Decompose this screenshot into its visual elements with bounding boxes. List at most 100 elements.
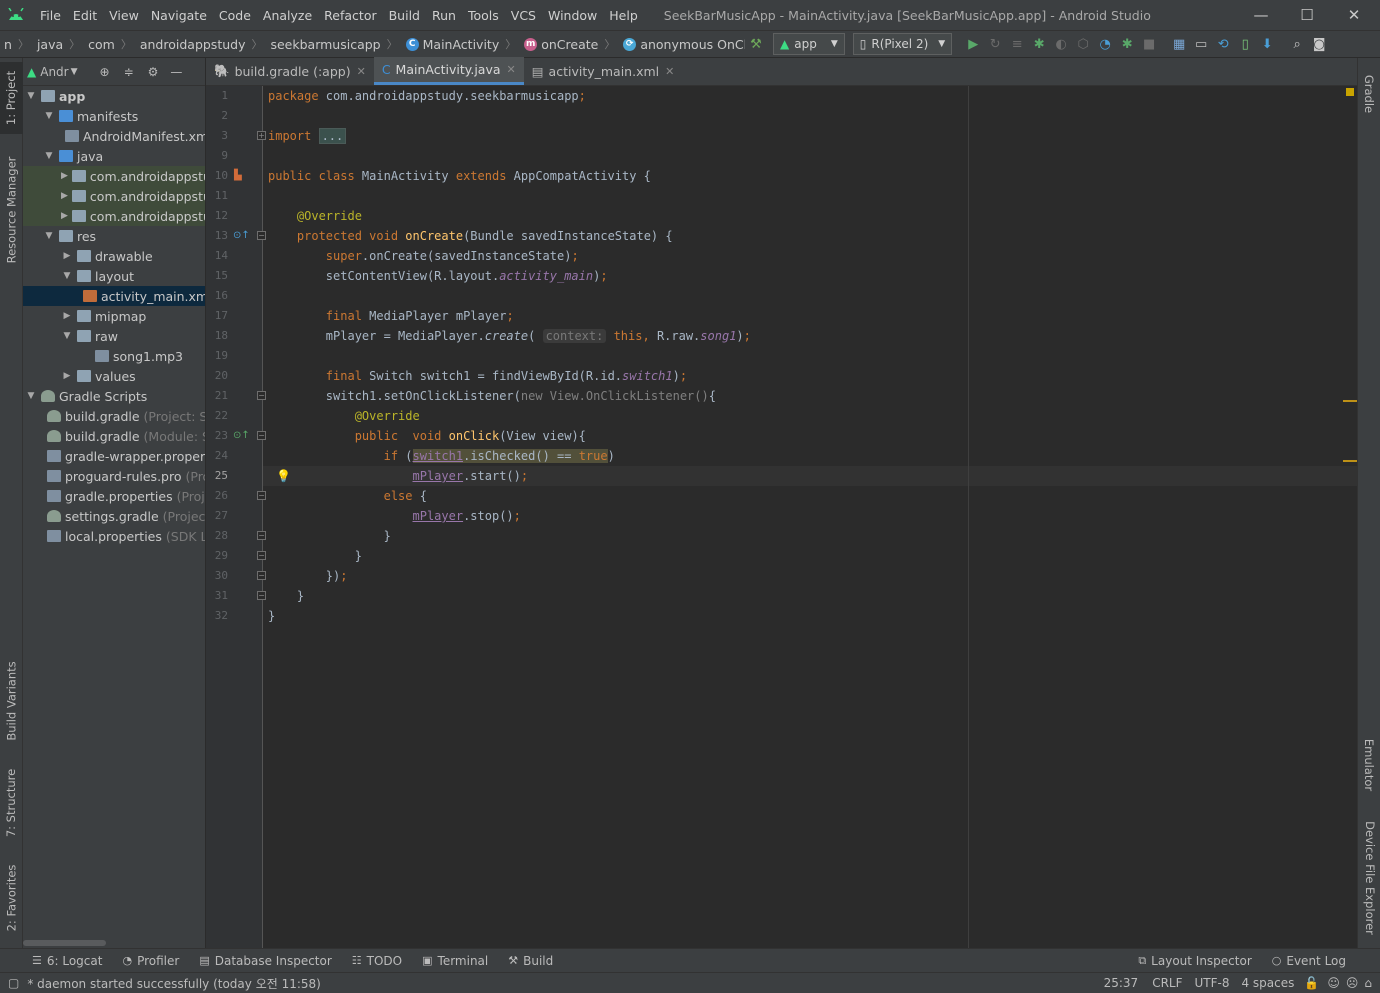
override-icon[interactable]: ⊙↑ xyxy=(233,226,250,246)
menu-vcs[interactable]: VCS xyxy=(505,8,542,23)
toggle-tool-windows-icon[interactable]: ▢ xyxy=(8,976,19,990)
run-icon[interactable]: ▶ xyxy=(962,33,984,55)
tree-item[interactable]: ▼ app xyxy=(23,86,205,106)
chevron-down-icon[interactable]: ▼ xyxy=(61,271,73,281)
project-structure-icon[interactable]: ▦ xyxy=(1168,33,1190,55)
fold-icon[interactable]: − xyxy=(257,391,266,400)
lightbulb-icon[interactable]: 💡 xyxy=(276,466,291,486)
tab-device-file-explorer[interactable]: Device File Explorer xyxy=(1358,818,1380,938)
menu-window[interactable]: Window xyxy=(542,8,603,23)
code-line[interactable]: else { xyxy=(268,486,427,506)
tab-build-variants[interactable]: Build Variants xyxy=(0,653,23,748)
code-line[interactable]: final Switch switch1 = findViewById(R.id… xyxy=(268,366,687,386)
tree-item[interactable]: ▼ java xyxy=(23,146,205,166)
code-line[interactable]: if (switch1.isChecked() == true) xyxy=(268,446,615,466)
warning-icon[interactable] xyxy=(1346,88,1354,96)
code-line[interactable]: } xyxy=(268,526,391,546)
menu-refactor[interactable]: Refactor xyxy=(318,8,382,23)
code-line[interactable]: mPlayer.start(); xyxy=(268,466,529,486)
breadcrumb-item[interactable]: ⟳anonymous OnClickListener〉 xyxy=(619,36,745,52)
code-line[interactable]: switch1.setOnClickListener(new View.OnCl… xyxy=(268,386,716,406)
memory-indicator-icon[interactable]: ⌂ xyxy=(1364,976,1372,990)
bottom-tab[interactable]: ◔ Profiler xyxy=(112,954,189,968)
warning-mark[interactable] xyxy=(1343,400,1357,402)
menu-code[interactable]: Code xyxy=(213,8,257,23)
fold-icon[interactable]: − xyxy=(257,491,266,500)
breadcrumb-item[interactable]: n 〉 xyxy=(0,36,33,52)
tree-item[interactable]: activity_main.xml xyxy=(23,286,205,306)
tree-item[interactable]: settings.gradle(Project Settings) xyxy=(23,506,205,526)
menu-file[interactable]: File xyxy=(34,8,67,23)
project-view-select[interactable]: Andr xyxy=(40,65,68,79)
gear-icon[interactable]: ⚙ xyxy=(148,65,159,79)
apply-code-changes-icon[interactable]: ≡ xyxy=(1006,33,1028,55)
tree-item[interactable]: ▶ com.androidappstudy.seekbarmusicapp xyxy=(23,206,205,226)
code-line[interactable]: mPlayer.stop(); xyxy=(268,506,521,526)
code-line[interactable]: mPlayer = MediaPlayer.create( context: t… xyxy=(268,326,751,346)
status-message[interactable]: * daemon started successfully (today 오전 … xyxy=(27,975,321,992)
code-line[interactable]: } xyxy=(268,606,275,626)
tab-structure[interactable]: 7: Structure xyxy=(0,763,23,843)
class-run-icon[interactable]: ▙ xyxy=(234,166,242,186)
fold-icon[interactable]: − xyxy=(257,531,266,540)
breadcrumb-item[interactable]: C MainActivity 〉 xyxy=(402,36,521,52)
tree-item[interactable]: AndroidManifest.xml xyxy=(23,126,205,146)
code-line[interactable]: import ... xyxy=(268,126,347,146)
close-icon[interactable]: ✕ xyxy=(357,65,366,78)
menu-analyze[interactable]: Analyze xyxy=(257,8,318,23)
horizontal-scrollbar[interactable] xyxy=(23,940,106,946)
tree-item[interactable]: gradle-wrapper.properties xyxy=(23,446,205,466)
code-line[interactable]: public void onClick(View view){ xyxy=(268,426,586,446)
tree-item[interactable]: ▶ values xyxy=(23,366,205,386)
avd-manager-icon[interactable]: ▯ xyxy=(1234,33,1256,55)
chevron-down-icon[interactable]: ▼ xyxy=(43,231,55,241)
tab-gradle[interactable]: Gradle xyxy=(1358,66,1380,122)
fold-icon[interactable]: − xyxy=(257,591,266,600)
fold-icon[interactable]: − xyxy=(257,431,266,440)
run-config-select[interactable]: ▲ app ▼ xyxy=(773,33,845,55)
hammer-icon[interactable]: ⚒ xyxy=(745,33,767,55)
menu-build[interactable]: Build xyxy=(383,8,426,23)
bottom-tab[interactable]: ⧉ Layout Inspector xyxy=(1128,954,1261,968)
code-line[interactable]: final MediaPlayer mPlayer; xyxy=(268,306,514,326)
bottom-tab[interactable]: ☷ TODO xyxy=(342,954,412,968)
chevron-down-icon[interactable]: ▼ xyxy=(61,331,73,341)
bottom-tab[interactable]: ▣ Terminal xyxy=(412,954,498,968)
coverage-icon[interactable]: ◐ xyxy=(1050,33,1072,55)
stop-icon[interactable]: ■ xyxy=(1138,33,1160,55)
code-line[interactable]: super.onCreate(savedInstanceState); xyxy=(268,246,579,266)
hide-icon[interactable]: — xyxy=(170,65,182,79)
menu-run[interactable]: Run xyxy=(426,8,462,23)
chevron-down-icon[interactable]: ▼ xyxy=(25,91,37,101)
error-stripe[interactable] xyxy=(1343,86,1357,948)
tab-emulator[interactable]: Emulator xyxy=(1358,730,1380,800)
code-line[interactable]: public class MainActivity extends AppCom… xyxy=(268,166,651,186)
breadcrumb-item[interactable]: androidappstudy 〉 xyxy=(136,36,267,52)
tab-project[interactable]: 1: Project xyxy=(0,62,23,134)
locate-icon[interactable]: ⊕ xyxy=(100,65,110,79)
code-line[interactable]: @Override xyxy=(268,406,420,426)
menu-view[interactable]: View xyxy=(103,8,145,23)
device-manager-icon[interactable]: ▭ xyxy=(1190,33,1212,55)
smile-icon[interactable]: ☺ xyxy=(1327,976,1340,990)
code-line[interactable]: @Override xyxy=(268,206,362,226)
chevron-right-icon[interactable]: ▶ xyxy=(61,251,73,261)
minimize-icon[interactable]: — xyxy=(1238,0,1284,30)
chevron-right-icon[interactable]: ▶ xyxy=(61,191,68,201)
fold-icon[interactable]: + xyxy=(257,131,266,140)
tree-item[interactable]: ▼ raw xyxy=(23,326,205,346)
tree-item[interactable]: song1.mp3 xyxy=(23,346,205,366)
chevron-down-icon[interactable]: ▼ xyxy=(25,391,37,401)
chevron-right-icon[interactable]: ▶ xyxy=(61,211,68,221)
code-line[interactable]: package com.androidappstudy.seekbarmusic… xyxy=(268,86,586,106)
close-icon[interactable]: ✕ xyxy=(1331,0,1377,30)
code-line[interactable]: protected void onCreate(Bundle savedInst… xyxy=(268,226,673,246)
tree-item[interactable]: ▼ layout xyxy=(23,266,205,286)
editor-tab[interactable]: C MainActivity.java ✕ xyxy=(373,57,524,85)
code-line[interactable]: }); xyxy=(268,566,348,586)
code-line[interactable]: } xyxy=(268,546,362,566)
fold-icon[interactable]: − xyxy=(257,551,266,560)
attach-debugger-icon[interactable]: ✱ xyxy=(1116,33,1138,55)
bottom-tab[interactable]: ☰ 6: Logcat xyxy=(22,954,112,968)
chevron-right-icon[interactable]: ▶ xyxy=(61,311,73,321)
